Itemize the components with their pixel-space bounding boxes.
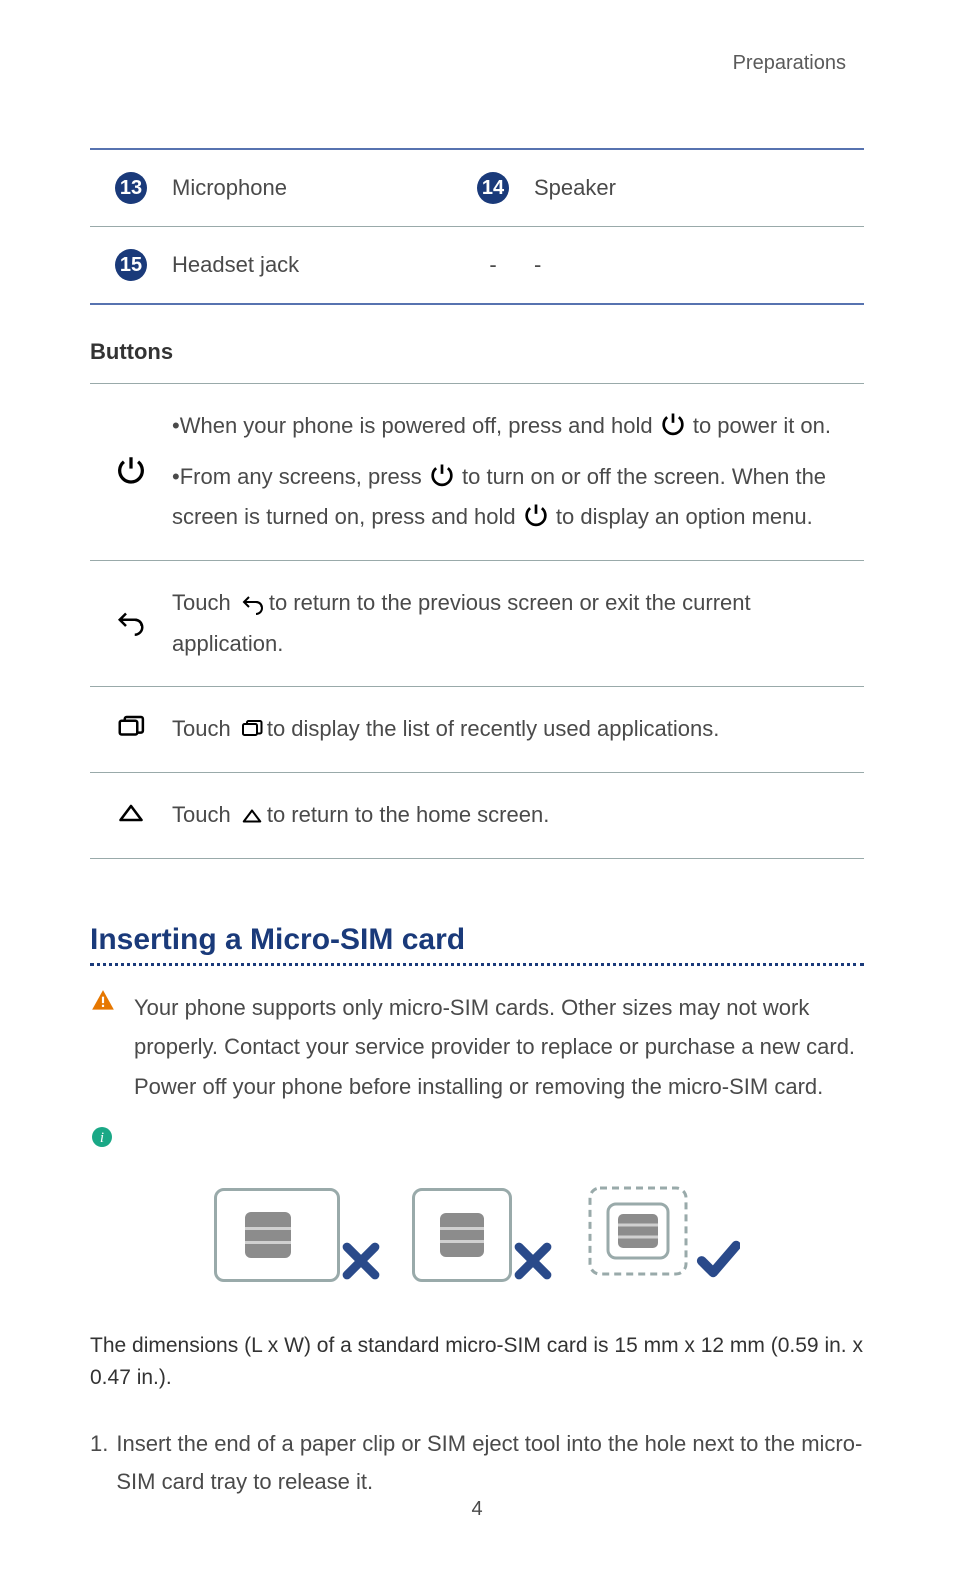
buttons-table: •When your phone is powered off, press a… bbox=[90, 383, 864, 859]
mini-sim-card bbox=[412, 1188, 512, 1282]
part-label: Microphone bbox=[172, 149, 452, 227]
warning-text: Your phone supports only micro-SIM cards… bbox=[134, 988, 864, 1107]
recent-apps-icon bbox=[237, 717, 267, 741]
section-title: Inserting a Micro-SIM card bbox=[90, 923, 864, 957]
standard-sim-card bbox=[214, 1188, 340, 1282]
power-icon bbox=[522, 501, 550, 529]
back-icon bbox=[237, 591, 269, 615]
step-1: 1. Insert the end of a paper clip or SIM… bbox=[90, 1425, 864, 1502]
part-label: Speaker bbox=[534, 149, 864, 227]
step-number: 1. bbox=[90, 1425, 108, 1502]
part-label-blank: - bbox=[534, 227, 864, 305]
title-underline bbox=[90, 963, 864, 966]
info-note bbox=[90, 1125, 864, 1154]
micro-sim-card bbox=[584, 1182, 694, 1282]
part-number-blank: - bbox=[452, 227, 534, 305]
power-desc-1: •When your phone is powered off, press a… bbox=[172, 406, 858, 447]
page-number: 4 bbox=[0, 1498, 954, 1521]
warning-note: Your phone supports only micro-SIM cards… bbox=[90, 988, 864, 1107]
dimensions-text: The dimensions (L x W) of a standard mic… bbox=[90, 1330, 864, 1395]
recent-desc: Touch to display the list of recently us… bbox=[172, 687, 864, 773]
home-desc: Touch to return to the home screen. bbox=[172, 773, 864, 859]
power-desc-2: •From any screens, press to turn on or o… bbox=[172, 457, 858, 538]
check-icon bbox=[694, 1236, 740, 1282]
power-icon bbox=[428, 461, 456, 489]
part-number-15: 15 bbox=[115, 249, 147, 281]
home-icon bbox=[113, 799, 149, 827]
warning-icon bbox=[90, 988, 116, 1014]
info-icon bbox=[90, 1125, 114, 1149]
back-desc: Touch to return to the previous screen o… bbox=[172, 561, 864, 687]
parts-table: 13 Microphone 14 Speaker 15 Headset jack… bbox=[90, 148, 864, 305]
power-icon bbox=[659, 410, 687, 438]
part-number-14: 14 bbox=[477, 172, 509, 204]
back-icon bbox=[112, 606, 150, 636]
sim-size-diagram bbox=[90, 1182, 864, 1282]
step-text: Insert the end of a paper clip or SIM ej… bbox=[116, 1425, 864, 1502]
x-icon bbox=[512, 1240, 554, 1282]
power-icon bbox=[114, 453, 148, 487]
home-icon bbox=[237, 805, 267, 827]
part-number-13: 13 bbox=[115, 172, 147, 204]
buttons-heading: Buttons bbox=[90, 339, 864, 365]
part-label: Headset jack bbox=[172, 227, 452, 305]
x-icon bbox=[340, 1240, 382, 1282]
recent-apps-icon bbox=[113, 712, 149, 742]
page-header: Preparations bbox=[733, 52, 846, 75]
